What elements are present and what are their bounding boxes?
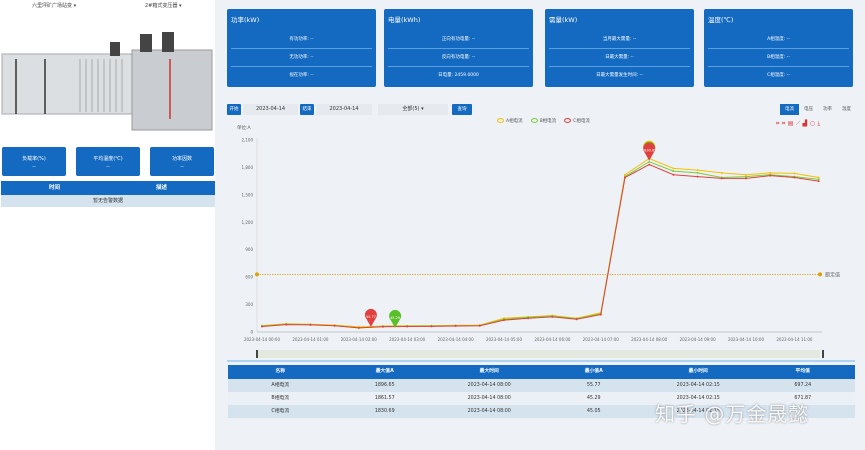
- table-cell: 2023-04-14 08:00: [467, 409, 511, 414]
- data-point: [793, 172, 796, 175]
- data-point: [769, 171, 772, 174]
- data-point: [793, 176, 796, 179]
- x-tick-label: 2023-04-14 05:00: [486, 337, 523, 342]
- markpoint-label: 1830.69: [642, 149, 656, 153]
- y-tick-label: 600: [245, 275, 253, 280]
- y-tick-label: 0: [250, 330, 253, 335]
- series-line-3: [261, 164, 819, 329]
- x-tick-label: 2023-04-14 08:00: [631, 337, 668, 342]
- x-tick-label: 2023-04-14 10:00: [728, 337, 765, 342]
- data-point: [285, 323, 288, 326]
- data-point: [454, 325, 457, 328]
- table-cell: 1896.65: [374, 383, 395, 388]
- column-header: 名称: [275, 369, 286, 374]
- x-tick-label: 2023-04-14 04:00: [438, 337, 475, 342]
- data-point: [817, 176, 820, 179]
- y-tick-label: 2,100: [242, 138, 254, 143]
- data-point: [599, 313, 602, 316]
- data-point: [551, 315, 554, 318]
- data-point: [769, 174, 772, 177]
- x-tick-label: 2023-04-14 06:00: [534, 337, 571, 342]
- data-point: [745, 175, 747, 178]
- x-tick-label: 2023-04-14 07:00: [583, 337, 620, 342]
- y-tick-label: 1,500: [242, 192, 254, 197]
- x-tick-label: 2023-04-14 00:00: [244, 337, 281, 342]
- table-row: A相电流 1896.65 2023-04-14 08:00 55.77 2023-04-…: [228, 379, 855, 392]
- table-cell: 2023-04-14 08:00: [467, 383, 511, 388]
- data-point: [309, 323, 312, 326]
- series-line-1: [261, 157, 819, 328]
- data-point: [696, 175, 699, 178]
- data-point: [745, 173, 747, 176]
- data-point: [406, 325, 409, 328]
- data-point: [478, 324, 481, 327]
- data-zoom-handle-right[interactable]: [822, 350, 824, 358]
- table-cell: 697.24: [794, 383, 812, 388]
- data-point: [430, 325, 433, 328]
- table-cell: C相电流: [271, 409, 290, 414]
- table-cell: 2023-04-14 08:00: [467, 396, 511, 401]
- data-point: [696, 171, 699, 174]
- column-header: 最大值A: [375, 369, 394, 374]
- column-header: 平均值: [795, 369, 810, 374]
- data-point: [527, 317, 530, 320]
- threshold-label: 额定值: [825, 271, 840, 278]
- data-point: [261, 325, 263, 328]
- threshold-start-marker: [255, 272, 259, 277]
- data-point: [575, 318, 578, 321]
- column-header: 最小时间: [688, 369, 708, 374]
- data-point: [624, 173, 626, 176]
- y-tick-label: 900: [245, 247, 253, 252]
- data-point: [382, 325, 384, 328]
- series-line-2: [261, 161, 819, 329]
- markpoint-label: 55.77: [366, 315, 376, 319]
- x-tick-label: 2023-04-14 02:00: [341, 337, 378, 342]
- data-zoom-slider: [257, 350, 820, 358]
- x-tick-label: 2023-04-14 01:00: [292, 337, 329, 342]
- x-tick-label: 2023-04-14 09:00: [680, 337, 717, 342]
- data-point: [357, 326, 360, 329]
- data-point: [648, 163, 651, 166]
- y-tick-label: 1,200: [242, 220, 254, 225]
- watermark: 知乎 @万金晟懿: [655, 402, 810, 426]
- data-zoom-handle-left[interactable]: [256, 350, 258, 358]
- data-point: [696, 169, 699, 172]
- table-cell: 2023-04-14 02:15: [676, 383, 720, 388]
- column-header: 最小值A: [584, 369, 603, 374]
- data-point: [672, 170, 675, 173]
- data-point: [672, 167, 675, 170]
- markpoint-label: 45.29: [390, 316, 400, 320]
- y-tick-label: 300: [245, 302, 253, 307]
- data-point: [648, 160, 651, 163]
- y-tick-label: 1,800: [242, 165, 254, 170]
- data-point: [817, 178, 820, 181]
- y-axis-label: 单位:A: [237, 124, 252, 131]
- x-tick-label: 2023-04-14 03:00: [389, 337, 426, 342]
- data-point: [624, 176, 626, 179]
- data-point: [333, 324, 336, 327]
- x-tick-label: 2023-04-14 11:00: [776, 337, 813, 342]
- table-cell: B相电流: [271, 396, 290, 401]
- column-header: 最大时间: [479, 369, 499, 374]
- data-point: [817, 180, 820, 183]
- data-point: [745, 177, 747, 180]
- table-header: 名称 最大值A 最大时间 最小值A 最小时间 平均值: [228, 365, 855, 379]
- data-point: [672, 173, 675, 176]
- table-cell: A相电流: [271, 383, 290, 388]
- data-point: [720, 177, 723, 180]
- table-cell: 55.77: [586, 383, 601, 388]
- table-cell: 1830.69: [374, 409, 395, 414]
- data-point: [503, 319, 505, 322]
- threshold-end-marker: [818, 272, 822, 277]
- table-cell: 1861.57: [374, 396, 395, 401]
- data-point: [720, 171, 723, 174]
- table-cell: 45.29: [586, 396, 601, 401]
- table-cell: 45.05: [586, 409, 601, 414]
